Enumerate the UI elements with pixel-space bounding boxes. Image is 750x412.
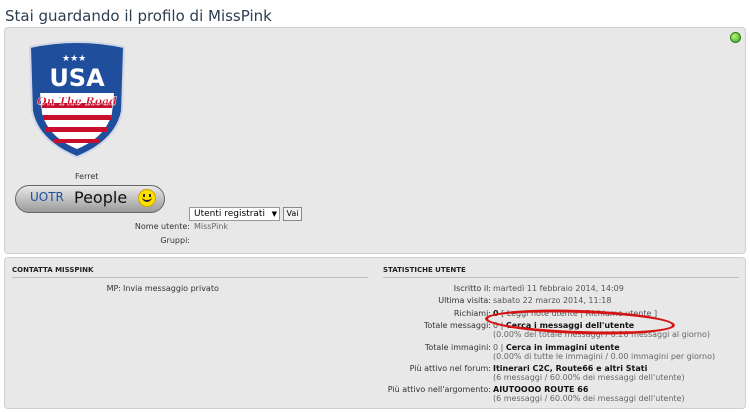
usa-on-the-road-logo: ★★★ USA On The Road <box>28 41 126 159</box>
rank-badge-right-text: People <box>74 188 128 207</box>
groups-label: Gruppi: <box>160 236 190 245</box>
active-topic-link[interactable]: AIUTOOOO ROUTE 66 <box>493 385 588 394</box>
rank-title: Ferret <box>75 172 99 181</box>
images-sub: (0.00% di tutte le immagini / 0.00 immag… <box>493 352 716 361</box>
joined-label: Iscritto il: <box>453 284 491 293</box>
active-topic-label: Più attivo nell'argomento: <box>387 385 491 394</box>
groups-select[interactable]: Utenti registrati ▼ <box>189 207 280 221</box>
profile-panel: ★★★ USA On The Road Ferret UOTR People N… <box>4 27 746 254</box>
images-value: 0 <box>493 343 499 352</box>
logo-text-usa: USA <box>49 64 105 92</box>
online-status-icon <box>730 32 741 43</box>
mp-label: MP: <box>106 284 121 293</box>
groups-select-value: Utenti registrati <box>194 209 265 219</box>
active-forum-sub: (6 messaggi / 60.00% dei messaggi dell'u… <box>493 373 685 382</box>
posts-label: Totale messaggi: <box>423 321 491 330</box>
active-topic-sub: (6 messaggi / 60.00% dei messaggi dell'u… <box>493 394 685 403</box>
active-forum-value[interactable]: Itinerari C2C, Route66 e altri Stati <box>493 364 647 373</box>
username-value: MissPink <box>194 222 229 231</box>
last-visit-value: sabato 22 marzo 2014, 11:18 <box>493 296 612 305</box>
last-visit-label: Ultima visita: <box>438 296 491 305</box>
images-row: 0 | Cerca in immagini utente <box>493 343 620 352</box>
go-button[interactable]: Vai <box>283 207 302 221</box>
chevron-down-icon: ▼ <box>271 210 277 218</box>
smiley-icon <box>138 189 156 207</box>
rank-badge-left-text: UOTR <box>30 190 64 204</box>
images-label: Totale immagini: <box>424 343 491 352</box>
active-topic-value[interactable]: AIUTOOOO ROUTE 66 <box>493 385 588 394</box>
contact-heading: CONTATTA MISSPINK <box>12 266 368 278</box>
active-forum-link[interactable]: Itinerari C2C, Route66 e altri Stati <box>493 364 647 373</box>
rank-badge: UOTR People <box>15 185 165 213</box>
svg-text:★★★: ★★★ <box>62 54 86 64</box>
search-user-images-link[interactable]: Cerca in immagini utente <box>506 343 620 352</box>
active-forum-label: Più attivo nel forum: <box>409 364 491 373</box>
warnings-label: Richiami: <box>453 309 491 318</box>
logo-text-tagline: On The Road <box>37 95 117 108</box>
username-label: Nome utente: <box>134 222 190 231</box>
joined-value: martedì 11 febbraio 2014, 14:09 <box>493 284 624 293</box>
send-private-message-link[interactable]: Invia messaggio privato <box>123 284 219 293</box>
stats-heading: STATISTICHE UTENTE <box>383 266 739 278</box>
page-title: Stai guardando il profilo di MissPink <box>5 7 272 25</box>
